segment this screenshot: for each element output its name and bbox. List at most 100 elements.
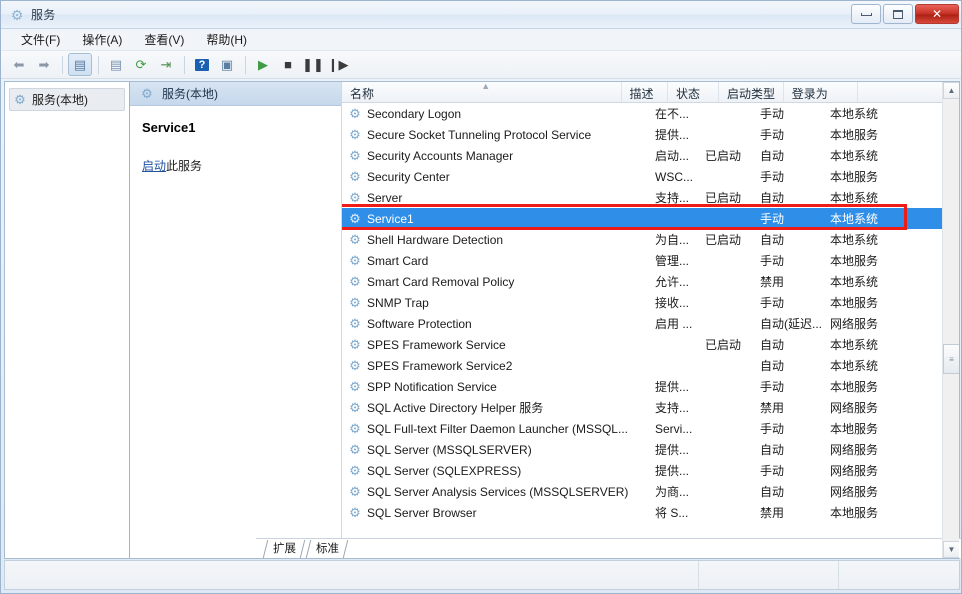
- service-name-label: Security Accounts Manager: [367, 148, 514, 163]
- service-name-label: SQL Server (SQLEXPRESS): [367, 463, 522, 478]
- sidebar-item-services-local[interactable]: ⚙ 服务(本地): [9, 88, 125, 111]
- table-row[interactable]: ⚙ SQL Active Directory Helper 服务 支持... 禁用 网络…: [342, 397, 959, 418]
- cell-description: 将 S...: [655, 506, 689, 520]
- column-header-1[interactable]: 描述: [622, 82, 668, 102]
- cell-name: ⚙ Service1: [342, 212, 647, 226]
- service-name-label: SNMP Trap: [367, 295, 429, 310]
- pause-service-button[interactable]: ❚❚: [301, 53, 325, 76]
- start-service-button[interactable]: ▶: [251, 53, 275, 76]
- cell-name: ⚙ SPP Notification Service: [342, 380, 647, 394]
- cell-startup-type: 手动: [760, 170, 785, 184]
- stop-service-button[interactable]: ■: [276, 53, 300, 76]
- table-row[interactable]: ⚙ SQL Server (SQLEXPRESS) 提供... 手动 网络服务: [342, 460, 959, 481]
- table-row[interactable]: ⚙ Service1 手动 本地系统: [342, 208, 959, 229]
- service-name-label: Service1: [367, 211, 414, 226]
- cell-startup-type: 自动: [760, 359, 785, 373]
- cell-logon-as: 本地系统: [830, 107, 879, 121]
- table-row[interactable]: ⚙ SPES Framework Service2 自动 本地系统: [342, 355, 959, 376]
- cell-name: ⚙ Security Accounts Manager: [342, 149, 647, 163]
- service-name-label: Server: [367, 190, 403, 205]
- table-row[interactable]: ⚙ Secondary Logon 在不... 手动 本地系统: [342, 103, 959, 124]
- table-row[interactable]: ⚙ SPES Framework Service 已启动 自动 本地系统: [342, 334, 959, 355]
- service-name-label: Security Center: [367, 169, 450, 184]
- column-header-0[interactable]: 名称 ▲: [342, 82, 622, 102]
- back-button[interactable]: ⬅: [7, 53, 31, 76]
- cell-description: 为商...: [655, 485, 690, 499]
- table-row[interactable]: ⚙ Shell Hardware Detection 为自... 已启动 自动 本地系统: [342, 229, 959, 250]
- sidebar-item-label: 服务(本地): [32, 93, 88, 107]
- service-detail-panel: ⚙ 服务(本地) Service1 启动此服务: [130, 82, 342, 558]
- table-row[interactable]: ⚙ Software Protection 启用 ... 自动(延迟... 网络服务: [342, 313, 959, 334]
- cell-status: 已启动: [705, 191, 742, 205]
- table-row[interactable]: ⚙ Secure Socket Tunneling Protocol Servic…: [342, 124, 959, 145]
- cell-logon-as: 本地系统: [830, 212, 879, 226]
- close-button[interactable]: ✕: [915, 4, 959, 24]
- start-service-action: 启动此服务: [142, 157, 341, 174]
- restart-service-button[interactable]: ❙▶: [326, 53, 350, 76]
- service-gear-icon: ⚙: [349, 232, 361, 247]
- table-row[interactable]: ⚙ SQL Full-text Filter Daemon Launcher (M…: [342, 418, 959, 439]
- start-service-link[interactable]: 启动: [142, 159, 166, 173]
- table-row[interactable]: ⚙ Security Accounts Manager 启动... 已启动 自动 本地系统: [342, 145, 959, 166]
- cell-description: WSC...: [655, 169, 693, 184]
- table-row[interactable]: ⚙ Smart Card Removal Policy 允许... 禁用 本地系统: [342, 271, 959, 292]
- service-gear-icon: ⚙: [349, 274, 361, 289]
- column-header-4[interactable]: 登录为: [784, 82, 858, 102]
- cell-name: ⚙ SNMP Trap: [342, 296, 647, 310]
- cell-logon-as: 本地系统: [830, 149, 879, 163]
- column-header-label: 描述: [629, 87, 654, 101]
- scroll-up-button[interactable]: ▲: [943, 82, 959, 99]
- service-name-label: Secondary Logon: [367, 106, 462, 121]
- service-gear-icon: ⚙: [349, 106, 361, 121]
- menu-action[interactable]: 操作(A): [72, 29, 132, 50]
- sort-ascending-icon: ▲: [481, 82, 491, 91]
- cell-logon-as: 网络服务: [830, 401, 879, 415]
- export-list-button[interactable]: ⇥: [154, 53, 178, 76]
- tab-standard[interactable]: 标准: [305, 540, 348, 558]
- services-window: ⚙ 服务 ✕ 文件(F) 操作(A) 查看(V) 帮助(H) ⬅ ➡ ▤ ▤ ⟳ ⇥? ▣ ▶ ■ ❚❚…: [0, 0, 962, 594]
- table-row[interactable]: ⚙ Server 支持... 已启动 自动 本地系统: [342, 187, 959, 208]
- refresh-button[interactable]: ⟳: [129, 53, 153, 76]
- table-row[interactable]: ⚙ Smart Card 管理... 手动 本地服务: [342, 250, 959, 271]
- scroll-down-button[interactable]: ▼: [943, 541, 959, 558]
- cell-name: ⚙ SQL Full-text Filter Daemon Launcher (M…: [342, 422, 647, 436]
- properties-button[interactable]: ▤: [104, 53, 128, 76]
- cell-logon-as: 本地服务: [830, 506, 879, 520]
- new-window-button[interactable]: ▣: [215, 53, 239, 76]
- show-hide-tree-button[interactable]: ▤: [68, 53, 92, 76]
- table-row[interactable]: ⚙ SQL Server (MSSQLSERVER) 提供... 自动 网络服务: [342, 439, 959, 460]
- cell-description: 启动...: [655, 149, 690, 163]
- menu-file[interactable]: 文件(F): [11, 29, 70, 50]
- help-button[interactable]: ?: [190, 53, 214, 76]
- cell-logon-as: 本地服务: [830, 380, 879, 394]
- cell-description: 管理...: [655, 254, 690, 268]
- cell-name: ⚙ SQL Server Browser: [342, 506, 647, 520]
- service-gear-icon: ⚙: [349, 316, 361, 331]
- table-row[interactable]: ⚙ SNMP Trap 接收... 手动 本地服务: [342, 292, 959, 313]
- column-header-3[interactable]: 启动类型: [719, 82, 784, 102]
- service-name-label: Smart Card Removal Policy: [367, 274, 515, 289]
- scrollbar-thumb[interactable]: ≡: [943, 344, 959, 374]
- cell-description: 允许...: [655, 275, 690, 289]
- cell-startup-type: 手动: [760, 422, 785, 436]
- menu-help[interactable]: 帮助(H): [196, 29, 257, 50]
- table-row[interactable]: ⚙ SQL Server Analysis Services (MSSQLSERV…: [342, 481, 959, 502]
- table-row[interactable]: ⚙ SPP Notification Service 提供... 手动 本地服务: [342, 376, 959, 397]
- service-name-label: Smart Card: [367, 253, 429, 268]
- maximize-button[interactable]: [883, 4, 913, 24]
- minimize-button[interactable]: [851, 4, 881, 24]
- cell-status: 已启动: [705, 149, 742, 163]
- cell-startup-type: 手动: [760, 380, 785, 394]
- menu-view[interactable]: 查看(V): [134, 29, 194, 50]
- cell-description: 支持...: [655, 191, 690, 205]
- table-row[interactable]: ⚙ Security Center WSC... 手动 本地服务: [342, 166, 959, 187]
- cell-startup-type: 手动: [760, 464, 785, 478]
- forward-button[interactable]: ➡: [32, 53, 56, 76]
- tab-extended[interactable]: 扩展: [262, 540, 305, 558]
- vertical-scrollbar[interactable]: ▲ ≡ ▼: [942, 82, 959, 558]
- status-bar-segment-3: [839, 561, 959, 589]
- cell-startup-type: 自动: [760, 338, 785, 352]
- column-header-label: 名称: [350, 87, 375, 101]
- table-row[interactable]: ⚙ SQL Server Browser 将 S... 禁用 本地服务: [342, 502, 959, 523]
- column-header-2[interactable]: 状态: [668, 82, 720, 102]
